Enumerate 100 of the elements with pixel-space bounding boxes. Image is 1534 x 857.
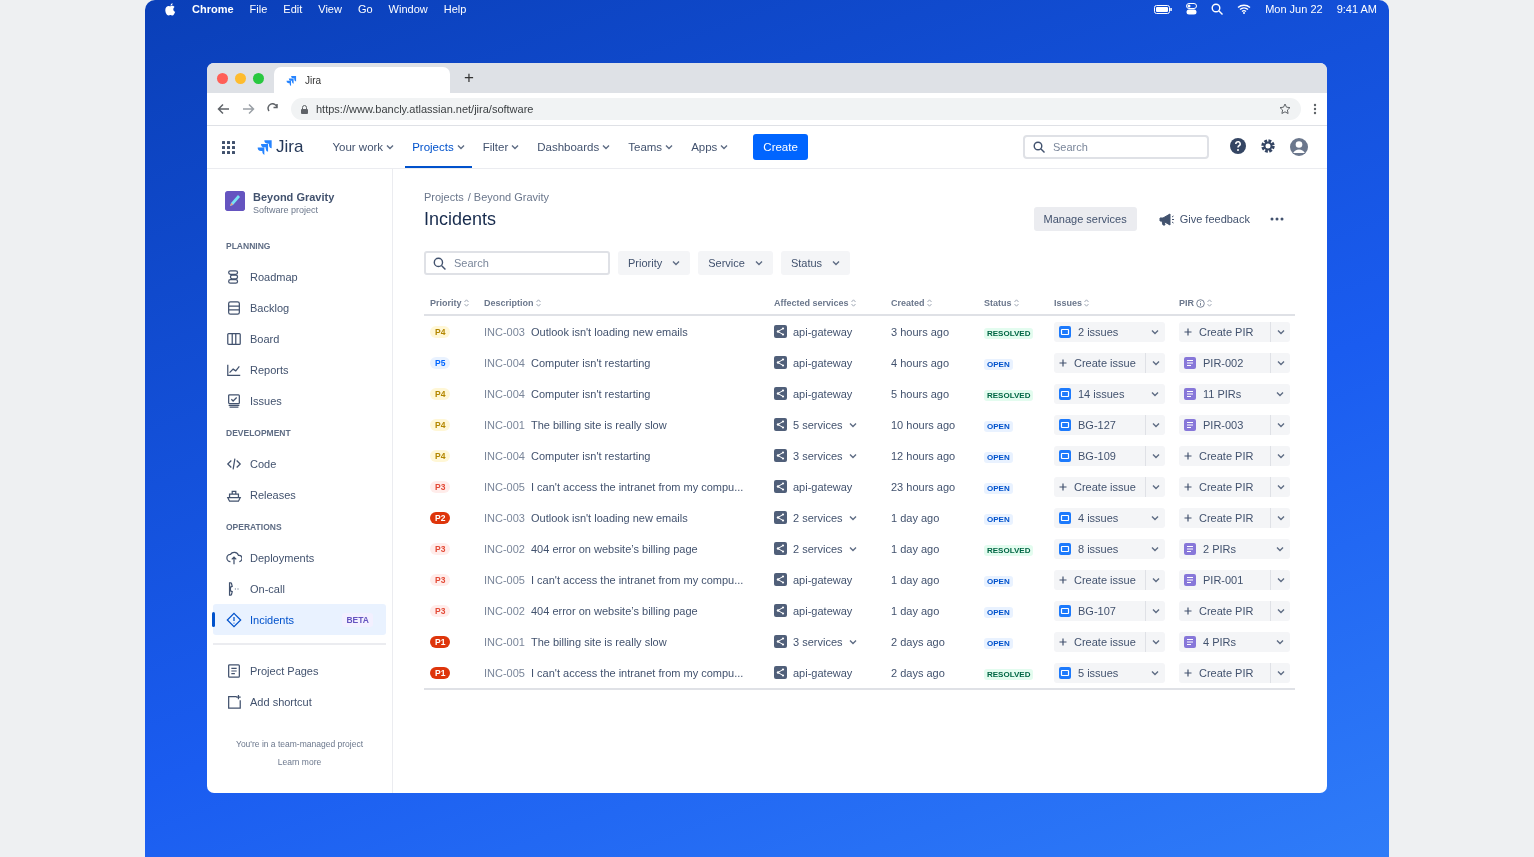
nav-item[interactable]: Filter xyxy=(475,126,527,168)
nav-item[interactable]: Apps xyxy=(684,126,736,168)
chevron-icon[interactable] xyxy=(848,421,857,428)
incident-description[interactable]: I can't access the intranet from my compu... xyxy=(530,573,744,586)
incident-id[interactable]: INC-003 xyxy=(484,325,525,338)
menu-item[interactable]: File xyxy=(249,3,268,15)
service-name[interactable]: 3 services xyxy=(793,635,843,648)
incident-description[interactable]: 404 error on website’s billing page xyxy=(530,542,698,555)
column-header[interactable]: Affected services xyxy=(774,298,849,308)
menu-item[interactable]: Edit xyxy=(283,3,303,15)
sidebar-item[interactable]: Incidents BETA xyxy=(213,604,386,635)
incident-id[interactable]: INC-004 xyxy=(484,449,525,462)
incident-id[interactable]: INC-005 xyxy=(484,573,525,586)
star-icon[interactable] xyxy=(1279,103,1291,115)
sidebar-item[interactable]: Add shortcut xyxy=(213,686,386,717)
search-field[interactable]: Search xyxy=(424,251,610,275)
chevron-icon[interactable] xyxy=(848,452,857,459)
help-icon[interactable] xyxy=(1229,137,1247,155)
breadcrumb[interactable]: Projects xyxy=(424,191,464,203)
column-header[interactable]: PIR xyxy=(1179,298,1194,308)
service-name[interactable]: 5 services xyxy=(793,418,843,431)
incident-description[interactable]: The billing site is really slow xyxy=(530,635,667,648)
incident-id[interactable]: INC-004 xyxy=(484,387,525,400)
menu-item[interactable]: Window xyxy=(388,3,428,15)
column-header[interactable]: Status xyxy=(984,298,1012,308)
nav-item[interactable]: Teams xyxy=(621,126,681,168)
search-icon[interactable] xyxy=(1211,3,1224,15)
project-avatar-icon[interactable] xyxy=(225,191,245,211)
avatar-icon[interactable] xyxy=(1289,137,1309,157)
column-header[interactable]: Issues xyxy=(1054,298,1083,308)
incident-description[interactable]: Outlook isn't loading new emails xyxy=(530,511,688,524)
service-name[interactable]: 2 services xyxy=(793,511,843,524)
chevron-icon[interactable] xyxy=(848,545,857,552)
search-field[interactable]: Search xyxy=(1023,135,1209,159)
apple-icon[interactable] xyxy=(165,2,176,16)
sidebar-item[interactable]: Deployments xyxy=(213,542,386,573)
incident-id[interactable]: INC-002 xyxy=(484,542,525,555)
column-header[interactable]: Description xyxy=(484,298,534,308)
service-name[interactable]: api-gateway xyxy=(793,573,853,586)
menu-item[interactable]: View xyxy=(318,3,342,15)
incident-id[interactable]: INC-002 xyxy=(484,604,525,617)
feedback-button[interactable]: Give feedback xyxy=(1152,211,1256,227)
service-name[interactable]: api-gateway xyxy=(793,480,853,493)
address-bar[interactable]: https://www.bancly.atlassian.net/jira/software xyxy=(291,98,1301,120)
menu-item[interactable]: Go xyxy=(357,3,373,15)
sidebar-item[interactable]: Board xyxy=(213,323,386,354)
sidebar-item[interactable]: Reports xyxy=(213,354,386,385)
forward-icon[interactable] xyxy=(242,103,255,115)
learn-more-link[interactable]: Learn more xyxy=(277,757,322,767)
back-icon[interactable] xyxy=(217,103,230,115)
filter-dropdown[interactable]: Service xyxy=(698,251,773,275)
incident-description[interactable]: Computer isn't restarting xyxy=(530,387,651,400)
incident-id[interactable]: INC-004 xyxy=(484,356,525,369)
column-header[interactable]: Created xyxy=(891,298,925,308)
menu-app-name[interactable]: Chrome xyxy=(192,3,234,15)
sidebar-item[interactable]: Backlog xyxy=(213,292,386,323)
service-name[interactable]: 2 services xyxy=(793,542,843,555)
browser-tab[interactable]: Jira xyxy=(274,67,450,93)
incident-id[interactable]: INC-003 xyxy=(484,511,525,524)
incident-id[interactable]: INC-001 xyxy=(484,418,525,431)
service-name[interactable]: api-gateway xyxy=(793,387,853,400)
incident-description[interactable]: 404 error on website’s billing page xyxy=(530,604,698,617)
service-name[interactable]: api-gateway xyxy=(793,604,853,617)
incident-description[interactable]: I can't access the intranet from my compu... xyxy=(530,666,744,679)
toggles-icon[interactable] xyxy=(1186,3,1198,15)
sidebar-item[interactable]: Roadmap xyxy=(213,261,386,292)
more-icon[interactable] xyxy=(1313,103,1317,115)
incident-description[interactable]: I can't access the intranet from my compu... xyxy=(530,480,744,493)
more-icon[interactable] xyxy=(1270,217,1284,221)
incident-id[interactable]: INC-005 xyxy=(484,666,525,679)
service-name[interactable]: api-gateway xyxy=(793,666,853,679)
incident-description[interactable]: Computer isn't restarting xyxy=(530,356,651,369)
product-name[interactable]: Jira xyxy=(276,137,304,157)
sidebar-item[interactable]: Issues xyxy=(213,385,386,416)
menu-date[interactable]: Mon Jun 22 xyxy=(1265,3,1323,15)
close-window-button[interactable] xyxy=(217,72,228,84)
chevron-icon[interactable] xyxy=(848,638,857,645)
jira-logo-icon[interactable] xyxy=(257,139,273,155)
settings-icon[interactable] xyxy=(1259,137,1277,155)
sidebar-item[interactable]: Project Pages xyxy=(213,655,386,686)
incident-description[interactable]: Outlook isn't loading new emails xyxy=(530,325,688,338)
sidebar-item[interactable]: Code xyxy=(213,448,386,479)
battery-icon[interactable] xyxy=(1154,4,1173,14)
incident-id[interactable]: INC-001 xyxy=(484,635,525,648)
breadcrumb[interactable]: / Beyond Gravity xyxy=(467,191,550,203)
info-icon[interactable] xyxy=(1196,298,1205,308)
incident-description[interactable]: Computer isn't restarting xyxy=(530,449,651,462)
manage-services-button[interactable]: Manage services xyxy=(1033,207,1137,231)
service-name[interactable]: 3 services xyxy=(793,449,843,462)
filter-dropdown[interactable]: Status xyxy=(780,251,851,275)
sidebar-item[interactable]: On-call xyxy=(213,573,386,604)
nav-item[interactable]: Projects xyxy=(405,126,472,168)
chevron-icon[interactable] xyxy=(848,514,857,521)
service-name[interactable]: api-gateway xyxy=(793,356,853,369)
menu-time[interactable]: 9:41 AM xyxy=(1336,3,1377,15)
project-name[interactable]: Beyond Gravity xyxy=(253,191,335,203)
new-tab-button[interactable]: + xyxy=(460,68,478,88)
menu-item[interactable]: Help xyxy=(443,3,467,15)
app-switcher-icon[interactable] xyxy=(221,140,235,154)
service-name[interactable]: api-gateway xyxy=(793,325,853,338)
